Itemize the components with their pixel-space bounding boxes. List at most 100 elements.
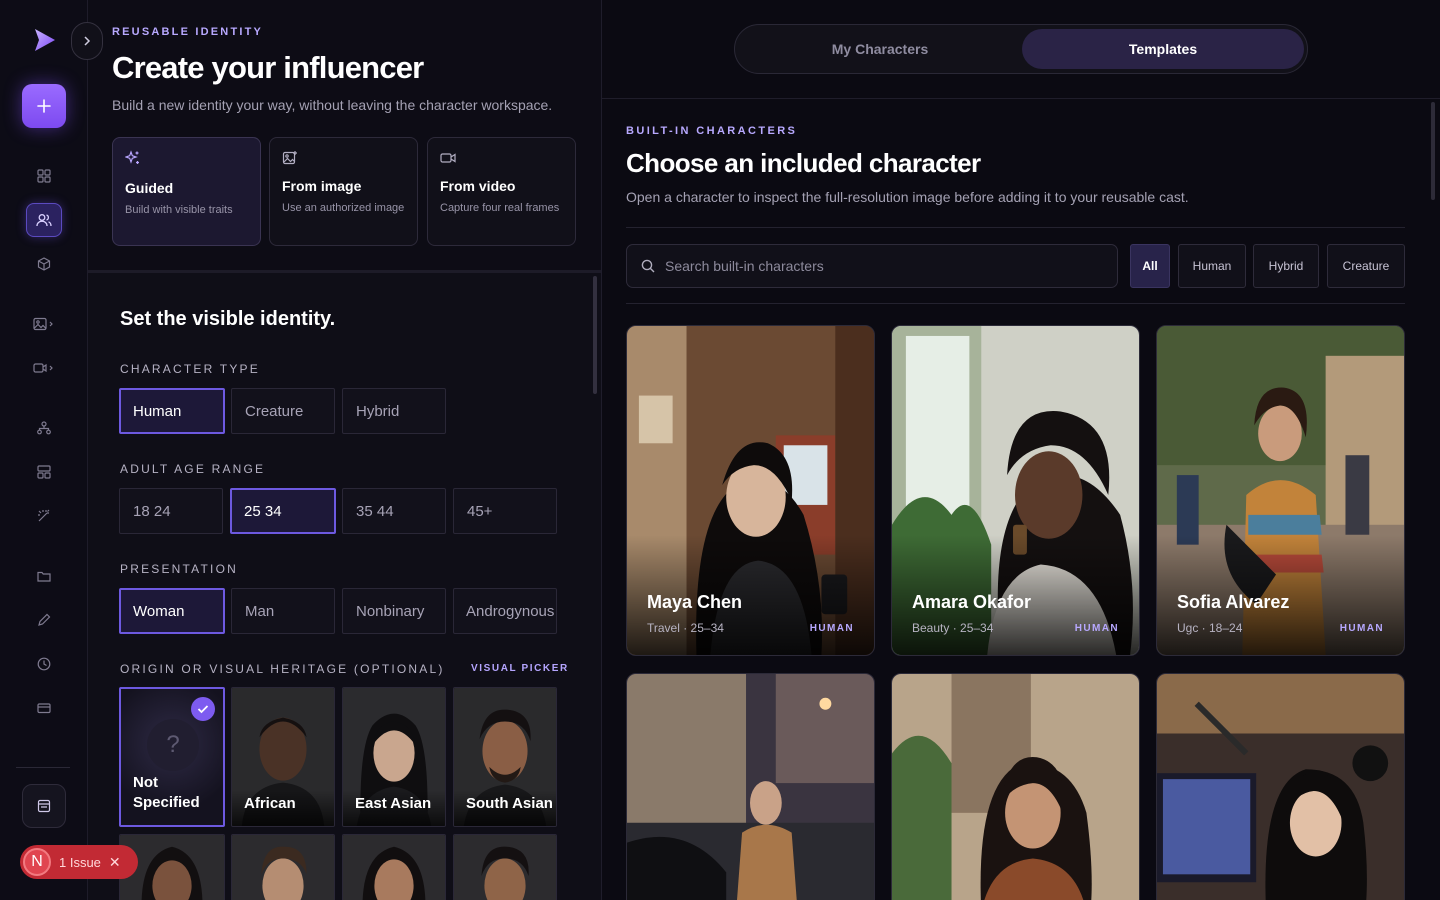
card-meta: Beauty · 25–34 bbox=[912, 621, 994, 635]
rail-billing[interactable] bbox=[26, 691, 62, 725]
option-age-18-24[interactable]: 18 24 bbox=[119, 488, 223, 534]
page-title: Create your influencer bbox=[112, 50, 424, 85]
filter-all[interactable]: All bbox=[1130, 244, 1170, 288]
rail-layouts[interactable] bbox=[26, 455, 62, 489]
heritage-tile-more[interactable] bbox=[453, 834, 557, 900]
filter-hybrid[interactable]: Hybrid bbox=[1253, 244, 1319, 288]
view-toggle: My Characters Templates bbox=[734, 24, 1308, 74]
option-hybrid[interactable]: Hybrid bbox=[342, 388, 446, 434]
tile-label: African bbox=[244, 795, 296, 812]
portrait-image bbox=[343, 835, 445, 900]
option-woman[interactable]: Woman bbox=[119, 588, 225, 634]
right-scrollbar[interactable] bbox=[1431, 102, 1435, 200]
option-androgynous[interactable]: Androgynous bbox=[453, 588, 557, 634]
rail-workflow[interactable] bbox=[26, 411, 62, 445]
page-subtitle: Build a new identity your way, without l… bbox=[112, 97, 553, 113]
character-card[interactable] bbox=[626, 673, 875, 900]
hierarchy-icon bbox=[37, 421, 51, 435]
portrait-image bbox=[232, 835, 334, 900]
card-tag: HUMAN bbox=[1074, 623, 1119, 634]
divider bbox=[626, 227, 1405, 228]
rail-effects[interactable] bbox=[26, 499, 62, 533]
folder-icon bbox=[37, 571, 51, 582]
heritage-east-asian[interactable]: East Asian bbox=[342, 687, 446, 827]
heritage-south-asian[interactable]: South Asian bbox=[453, 687, 557, 827]
header-divider bbox=[602, 98, 1440, 99]
expand-rail-button[interactable] bbox=[71, 22, 103, 60]
heritage-tile-more[interactable] bbox=[342, 834, 446, 900]
create-eyebrow: REUSABLE IDENTITY bbox=[112, 26, 264, 38]
method-desc: Build with visible traits bbox=[125, 204, 233, 216]
rail-tools[interactable] bbox=[26, 603, 62, 637]
visual-picker-link[interactable]: VISUAL PICKER bbox=[471, 663, 569, 674]
character-image bbox=[627, 674, 874, 900]
inbox-icon bbox=[37, 799, 51, 813]
card-name: Maya Chen bbox=[647, 592, 743, 612]
option-nonbinary[interactable]: Nonbinary bbox=[342, 588, 446, 634]
new-character-button[interactable] bbox=[22, 84, 66, 128]
rail-image[interactable] bbox=[26, 307, 62, 341]
logo-icon[interactable] bbox=[30, 26, 58, 54]
builtin-title: Choose an included character bbox=[626, 148, 981, 178]
identity-form: Set the visible identity. CHARACTER TYPE… bbox=[88, 273, 601, 900]
divider bbox=[626, 303, 1405, 304]
search-icon bbox=[641, 259, 655, 273]
rail-history[interactable] bbox=[26, 647, 62, 681]
heritage-not-specified[interactable]: ? Not Specified bbox=[119, 687, 225, 827]
card-meta: Ugc · 18–24 bbox=[1177, 621, 1243, 635]
option-creature[interactable]: Creature bbox=[231, 388, 335, 434]
filter-human[interactable]: Human bbox=[1178, 244, 1246, 288]
character-card[interactable] bbox=[1156, 673, 1405, 900]
character-card[interactable] bbox=[891, 673, 1140, 900]
method-from-image[interactable]: From image Use an authorized image bbox=[269, 137, 418, 246]
video-chevron-icon bbox=[33, 363, 53, 373]
rail-folders[interactable] bbox=[26, 559, 62, 593]
issue-count: 1 Issue bbox=[59, 854, 101, 870]
builtin-subtitle: Open a character to inspect the full-res… bbox=[626, 189, 1189, 205]
tab-templates[interactable]: Templates bbox=[1022, 29, 1304, 69]
card-name: Sofia Alvarez bbox=[1177, 592, 1290, 612]
create-panel: REUSABLE IDENTITY Create your influencer… bbox=[88, 0, 602, 900]
image-plus-icon bbox=[282, 151, 297, 165]
character-image bbox=[1157, 674, 1404, 900]
option-age-45-plus[interactable]: 45+ bbox=[453, 488, 557, 534]
rail-video[interactable] bbox=[26, 351, 62, 385]
layout-icon bbox=[37, 465, 51, 479]
users-icon bbox=[36, 214, 52, 227]
issue-badge[interactable]: N 1 Issue ✕ bbox=[20, 845, 138, 879]
portrait-image bbox=[454, 835, 556, 900]
search-input[interactable]: Search built-in characters bbox=[626, 244, 1118, 288]
card-icon bbox=[37, 703, 51, 714]
rail-dashboard[interactable] bbox=[26, 159, 62, 193]
rail-products[interactable] bbox=[26, 247, 62, 281]
sparkle-icon bbox=[125, 150, 139, 164]
left-scrollbar[interactable] bbox=[593, 276, 597, 394]
method-desc: Use an authorized image bbox=[282, 202, 405, 214]
tab-my-characters[interactable]: My Characters bbox=[739, 29, 1021, 69]
method-from-video[interactable]: From video Capture four real frames bbox=[427, 137, 576, 246]
close-icon[interactable]: ✕ bbox=[109, 854, 121, 871]
option-age-25-34[interactable]: 25 34 bbox=[230, 488, 336, 534]
character-card-sofia-alvarez[interactable]: Sofia Alvarez Ugc · 18–24 HUMAN bbox=[1156, 325, 1405, 656]
heritage-african[interactable]: African bbox=[231, 687, 335, 827]
pen-icon bbox=[38, 613, 51, 626]
method-title: Guided bbox=[125, 180, 174, 196]
character-card-amara-okafor[interactable]: Amara Okafor Beauty · 25–34 HUMAN bbox=[891, 325, 1140, 656]
search-placeholder: Search built-in characters bbox=[665, 258, 824, 274]
grid-icon bbox=[37, 169, 51, 183]
builtin-eyebrow: BUILT-IN CHARACTERS bbox=[626, 125, 798, 137]
heritage-label: ORIGIN OR VISUAL HERITAGE (OPTIONAL) bbox=[120, 662, 445, 676]
rail-workspace-button[interactable] bbox=[22, 784, 66, 828]
question-icon: ? bbox=[147, 719, 199, 771]
option-human[interactable]: Human bbox=[119, 388, 225, 434]
heritage-tile-more[interactable] bbox=[231, 834, 335, 900]
method-guided[interactable]: Guided Build with visible traits bbox=[112, 137, 261, 246]
method-title: From video bbox=[440, 178, 516, 194]
option-age-35-44[interactable]: 35 44 bbox=[342, 488, 446, 534]
option-man[interactable]: Man bbox=[231, 588, 335, 634]
method-desc: Capture four real frames bbox=[440, 202, 560, 214]
templates-panel: My Characters Templates BUILT-IN CHARACT… bbox=[602, 0, 1440, 900]
character-card-maya-chen[interactable]: Maya Chen Travel · 25–34 HUMAN bbox=[626, 325, 875, 656]
rail-characters[interactable] bbox=[26, 203, 62, 237]
filter-creature[interactable]: Creature bbox=[1327, 244, 1405, 288]
